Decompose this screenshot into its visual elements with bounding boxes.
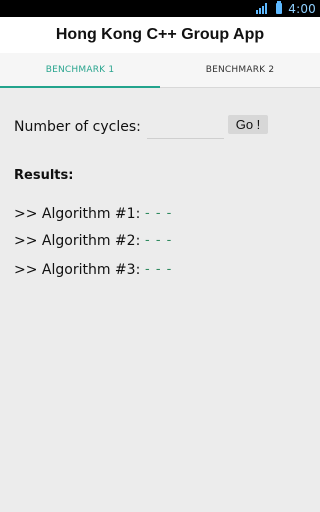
algorithm-1-value: - - -	[145, 206, 173, 221]
algorithm-2-label: >> Algorithm #2:	[14, 233, 141, 249]
go-button[interactable]: Go !	[228, 115, 268, 134]
tab-bar: BENCHMARK 1 BENCHMARK 2	[0, 53, 320, 88]
cycles-row: Number of cycles:	[14, 116, 141, 138]
signal-icon	[256, 3, 270, 14]
benchmark-panel: Number of cycles: Go ! Results: >> Algor…	[0, 88, 320, 512]
tab-benchmark-2[interactable]: BENCHMARK 2	[160, 53, 320, 87]
app-bar: Hong Kong C++ Group App	[0, 17, 320, 53]
results-heading: Results:	[14, 168, 74, 183]
result-row: >> Algorithm #2: - - -	[14, 233, 314, 251]
status-time: 4:00	[288, 1, 316, 16]
algorithm-2-value: - - -	[145, 233, 173, 248]
result-row: >> Algorithm #3: - - -	[14, 262, 314, 280]
status-icons: 4:00	[256, 0, 316, 17]
cycles-label: Number of cycles:	[14, 119, 141, 135]
algorithm-1-label: >> Algorithm #1:	[14, 206, 141, 222]
algorithm-3-value: - - -	[145, 262, 173, 277]
result-row: >> Algorithm #1: - - -	[14, 206, 314, 224]
battery-icon	[276, 1, 283, 14]
tab-benchmark-1[interactable]: BENCHMARK 1	[0, 53, 160, 88]
cycles-input[interactable]	[147, 118, 224, 139]
algorithm-3-label: >> Algorithm #3:	[14, 262, 141, 278]
status-bar: 4:00	[0, 0, 320, 17]
app-title: Hong Kong C++ Group App	[55, 26, 265, 43]
